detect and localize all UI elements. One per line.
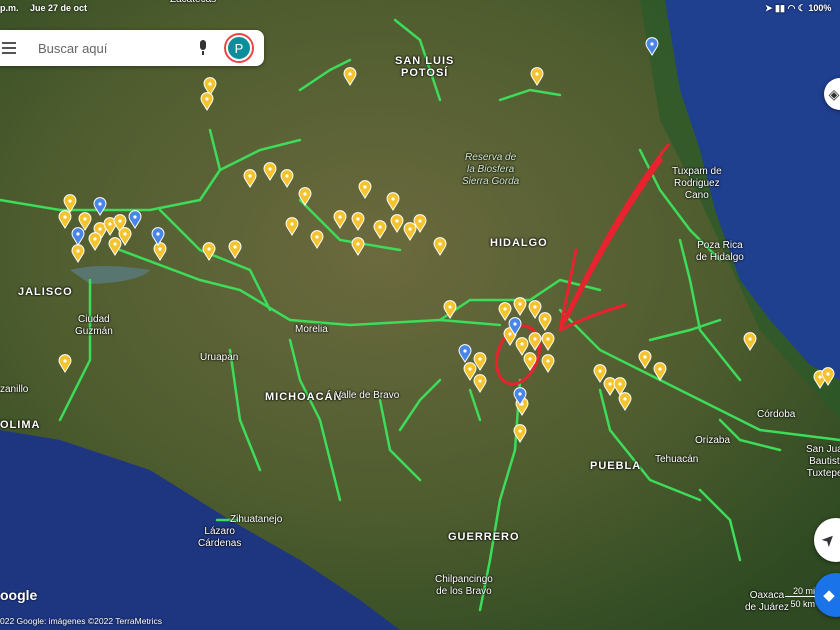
satellite-map[interactable] [0, 0, 840, 630]
map-label-tuxpam[interactable]: Tuxpam de Rodriguez Cano [672, 166, 722, 202]
map-label-manzanillo[interactable]: zanillo [0, 384, 28, 396]
map-label-michoacan[interactable]: MICHOACÁN [265, 391, 342, 403]
directions-icon: ◆ [823, 587, 835, 604]
map-label-lazaro[interactable]: Lázaro Cárdenas [198, 526, 241, 550]
navigation-arrow-icon: ➤ [818, 529, 840, 552]
search-bar[interactable]: Buscar aquí P [0, 30, 264, 66]
scale-mi: 20 mi [785, 586, 815, 597]
attribution: 022 Google: imágenes ©2022 TerraMetrics [0, 616, 163, 626]
map-label-ciudad-guzman[interactable]: Ciudad Guzmán [75, 314, 113, 338]
status-date: Jue 27 de oct [30, 3, 88, 13]
scale-km: 50 km [790, 599, 815, 609]
map-label-tehuacan[interactable]: Tehuacán [655, 454, 698, 466]
map-label-oaxaca[interactable]: Oaxaca de Juárez [745, 590, 789, 614]
map-label-uruapan[interactable]: Uruapan [200, 352, 238, 364]
map-label-puebla[interactable]: PUEBLA [590, 460, 641, 472]
map-label-zihuatanejo[interactable]: Zihuatanejo [230, 514, 282, 526]
menu-icon[interactable] [2, 42, 16, 54]
map-label-zacatecas[interactable]: Zacatecas [170, 0, 216, 6]
map-label-orizaba[interactable]: Orizaba [695, 435, 730, 447]
status-icons: ➤ ▮▮ ◠ ☾ 100% [765, 3, 832, 13]
map-label-hidalgo[interactable]: HIDALGO [490, 237, 548, 249]
map-label-tuxtepec[interactable]: San Juan Bautista Tuxtepec [806, 444, 840, 480]
map-label-valle-bravo[interactable]: Valle de Bravo [335, 390, 399, 402]
map-label-poza-rica[interactable]: Poza Rica de Hidalgo [696, 240, 744, 264]
microphone-icon[interactable] [198, 40, 208, 56]
search-input[interactable]: Buscar aquí [38, 41, 198, 56]
map-label-san-luis[interactable]: SAN LUIS POTOSÍ [395, 55, 454, 79]
map-label-colima[interactable]: OLIMA [0, 419, 40, 431]
avatar[interactable]: P [226, 35, 252, 61]
map-label-jalisco[interactable]: JALISCO [18, 286, 73, 298]
map-label-sierra-gorda[interactable]: Reserva de la Biosfera Sierra Gorda [462, 152, 519, 188]
map-label-chilpancingo[interactable]: Chilpancingo de los Bravo [435, 574, 493, 598]
map-label-cordoba[interactable]: Córdoba [757, 409, 795, 421]
map-label-guerrero[interactable]: GUERRERO [448, 531, 520, 543]
map-label-morelia[interactable]: Morelia [295, 324, 328, 336]
layers-icon: ◈ [828, 85, 840, 102]
status-time: p.m. [0, 3, 19, 13]
battery-level: 100% [808, 3, 832, 13]
google-logo: oogle [0, 587, 38, 603]
